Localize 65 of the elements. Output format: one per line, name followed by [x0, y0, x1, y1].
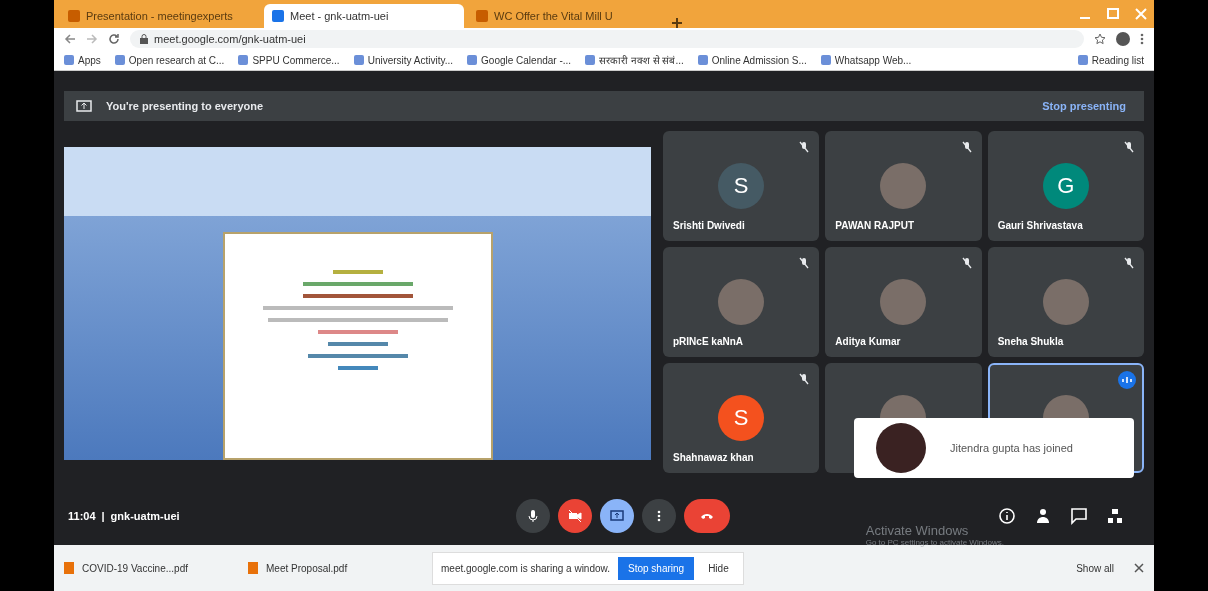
- new-tab-icon[interactable]: [672, 18, 682, 28]
- stop-presenting-button[interactable]: Stop presenting: [1036, 99, 1132, 113]
- stop-sharing-button[interactable]: Stop sharing: [618, 556, 695, 580]
- reload-icon[interactable]: [108, 33, 120, 45]
- participant-name: Sneha Shukla: [997, 336, 1064, 347]
- present-icon: [610, 509, 624, 523]
- lock-icon: [140, 34, 148, 44]
- camera-button[interactable]: [558, 499, 592, 533]
- avatar: S: [718, 395, 765, 441]
- chat-icon[interactable]: [1070, 507, 1088, 525]
- participant-name: PAWAN RAJPUT: [835, 220, 915, 231]
- avatar-placeholder: [880, 163, 927, 209]
- bookmark[interactable]: सरकारी नक्श से संबं...: [585, 53, 684, 67]
- bookmark[interactable]: University Activity...: [353, 54, 454, 66]
- participant-name: Shahnawaz khan: [673, 452, 754, 463]
- profile-icon[interactable]: [1116, 32, 1130, 46]
- bookmark[interactable]: Apps: [64, 54, 101, 66]
- browser-tab[interactable]: Presentation - meetingexperts: [60, 4, 260, 28]
- activation-title: Activate Windows: [865, 523, 970, 538]
- download-item[interactable]: COVID-19 Vaccine...pdf: [64, 562, 234, 574]
- url-text: meet.google.com/gnk-uatm-uei: [154, 33, 306, 45]
- browser-tab[interactable]: WC Offer the Vital Mill U: [468, 4, 668, 28]
- audio-level-icon: [1118, 371, 1136, 389]
- present-button[interactable]: [600, 499, 634, 533]
- notification-text: Jitendra gupta has joined: [950, 442, 1073, 454]
- people-icon[interactable]: [1034, 507, 1052, 525]
- avatar-placeholder: [1042, 279, 1089, 325]
- bookmark[interactable]: Online Admission S...: [697, 54, 807, 66]
- reading-list[interactable]: Reading list: [1077, 54, 1144, 66]
- banner-text: You're presenting to everyone: [106, 100, 264, 112]
- star-icon[interactable]: [1094, 33, 1106, 45]
- participant-name: Gauri Shrivastava: [997, 220, 1083, 231]
- meeting-code: gnk-uatm-uei: [110, 510, 180, 522]
- avatar-placeholder: [718, 279, 765, 325]
- meeting-time: 11:04: [68, 510, 96, 522]
- avatar-placeholder: [876, 423, 926, 473]
- participant-name: Srishti Dwivedi: [673, 220, 745, 231]
- close-icon[interactable]: [1134, 563, 1144, 573]
- hide-button[interactable]: Hide: [702, 561, 735, 575]
- browser-tab[interactable]: Meet - gnk-uatm-uei: [264, 4, 464, 28]
- bookmark[interactable]: Google Calendar -...: [467, 54, 572, 66]
- avatar: G: [1042, 163, 1089, 209]
- back-icon[interactable]: [64, 33, 76, 45]
- activation-subtitle: Go to PC settings to activate Windows.: [865, 538, 1004, 547]
- participant-name: pRINcE kaNnA: [673, 336, 743, 347]
- bookmark[interactable]: Open research at C...: [114, 54, 225, 66]
- present-screen-icon: [76, 100, 92, 112]
- bookmark[interactable]: SPPU Commerce...: [238, 54, 340, 66]
- address-bar[interactable]: meet.google.com/gnk-uatm-uei: [130, 30, 1084, 48]
- download-item[interactable]: Meet Proposal.pdf: [248, 562, 418, 574]
- more-button[interactable]: [642, 499, 676, 533]
- activities-icon[interactable]: [1106, 507, 1124, 525]
- show-all-button[interactable]: Show all: [1070, 561, 1120, 575]
- menu-icon[interactable]: [1140, 33, 1144, 45]
- avatar-placeholder: [880, 279, 927, 325]
- info-icon[interactable]: [998, 507, 1016, 525]
- avatar: S: [718, 163, 765, 209]
- separator: |: [101, 510, 105, 522]
- bookmark[interactable]: Whatsapp Web...: [820, 54, 912, 66]
- camera-off-icon: [568, 509, 582, 523]
- mic-button[interactable]: [516, 499, 550, 533]
- participant-name: Aditya Kumar: [835, 336, 901, 347]
- hangup-button[interactable]: [684, 499, 730, 533]
- mic-icon: [526, 509, 540, 523]
- sharing-text: meet.google.com is sharing a window.: [441, 562, 610, 574]
